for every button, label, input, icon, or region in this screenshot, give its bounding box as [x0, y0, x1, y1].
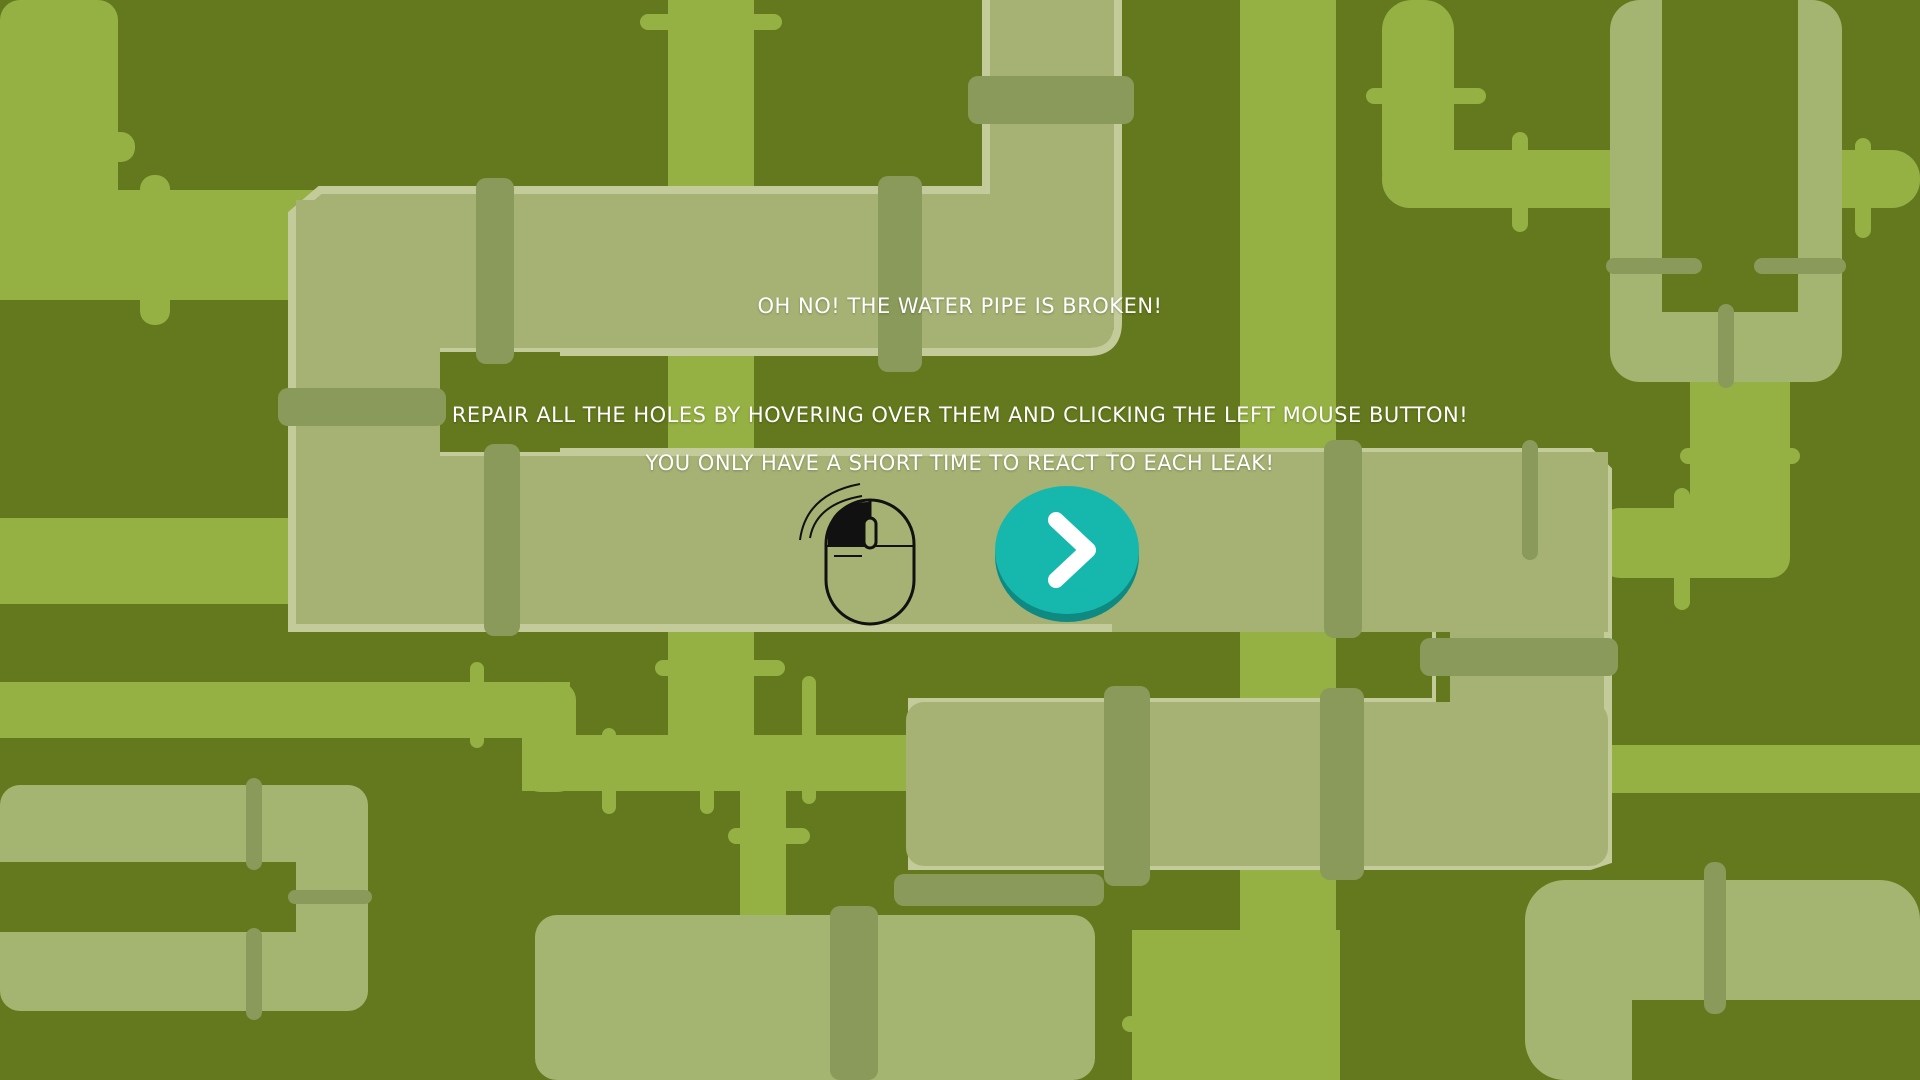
left-mouse-click-icon: [799, 483, 916, 626]
dialog-title: OH NO! THE WATER PIPE IS BROKEN!: [757, 294, 1163, 318]
pipe-background: [0, 0, 1920, 1080]
game-screen: OH NO! THE WATER PIPE IS BROKEN! REPAIR …: [0, 0, 1920, 1080]
dialog-instruction-repair: REPAIR ALL THE HOLES BY HOVERING OVER TH…: [451, 403, 1469, 427]
next-button[interactable]: [994, 484, 1140, 622]
dialog-instruction-time: YOU ONLY HAVE A SHORT TIME TO REACT TO E…: [645, 451, 1275, 475]
